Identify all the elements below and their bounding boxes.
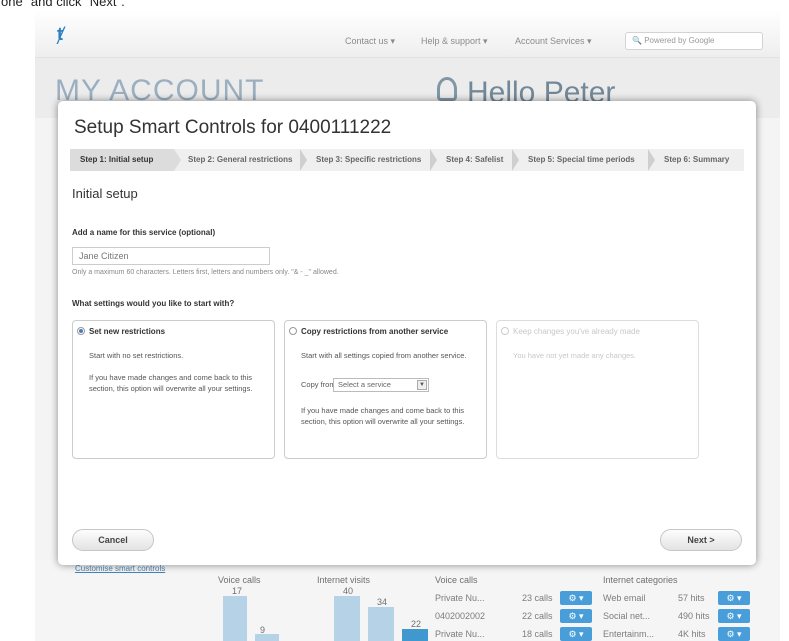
- step-3-specific-restrictions[interactable]: Step 3: Specific restrictions: [306, 149, 436, 171]
- setup-smart-controls-dialog: Setup Smart Controls for 0400111222 Step…: [58, 101, 756, 565]
- step-2-general-restrictions[interactable]: Step 2: General restrictions: [178, 149, 306, 171]
- dialog-title: Setup Smart Controls for 0400111222: [74, 117, 392, 138]
- option-title: Keep changes you've already made: [513, 327, 640, 336]
- copy-restrictions-radio[interactable]: [289, 327, 297, 335]
- option-title: Set new restrictions: [89, 327, 166, 336]
- option-set-new-restrictions[interactable]: Set new restrictions Start with no set r…: [72, 320, 275, 459]
- instruction-caption: one" and click "Next".: [0, 0, 789, 10]
- caption-text: one" and click "Next".: [1, 0, 125, 9]
- option-warning: If you have made changes and come back t…: [89, 373, 253, 393]
- service-select[interactable]: Select a service ▼: [333, 378, 429, 392]
- step-4-safelist[interactable]: Step 4: Safelist: [436, 149, 518, 171]
- option-copy-restrictions[interactable]: Copy restrictions from another service S…: [284, 320, 487, 459]
- option-description: Start with no set restrictions.: [89, 351, 184, 360]
- option-warning: If you have made changes and come back t…: [301, 406, 465, 426]
- step-1-initial-setup[interactable]: Step 1: Initial setup: [70, 149, 174, 171]
- set-new-radio[interactable]: [77, 327, 85, 335]
- option-description: Start with all settings copied from anot…: [301, 351, 467, 360]
- option-keep-changes: Keep changes you've already made You hav…: [496, 320, 699, 459]
- service-name-hint: Only a maximum 60 characters. Letters fi…: [72, 269, 339, 276]
- step-5-special-time-periods[interactable]: Step 5: Special time periods: [518, 149, 654, 171]
- option-description: You have not yet made any changes.: [513, 351, 637, 360]
- section-title: Initial setup: [72, 186, 138, 201]
- keep-changes-radio: [501, 327, 509, 335]
- cancel-button[interactable]: Cancel: [72, 529, 154, 551]
- chevron-down-icon: ▼: [417, 380, 427, 390]
- step-progress-bar: Step 1: Initial setup Step 2: General re…: [70, 149, 744, 171]
- copy-from-label: Copy from: [301, 380, 336, 389]
- option-title: Copy restrictions from another service: [301, 327, 449, 336]
- service-select-value: Select a service: [338, 380, 391, 389]
- step-6-summary[interactable]: Step 6: Summary: [654, 149, 744, 171]
- settings-question: What settings would you like to start wi…: [72, 299, 235, 308]
- service-name-label: Add a name for this service (optional): [72, 228, 216, 237]
- service-name-input[interactable]: [72, 247, 270, 265]
- next-button[interactable]: Next >: [660, 529, 742, 551]
